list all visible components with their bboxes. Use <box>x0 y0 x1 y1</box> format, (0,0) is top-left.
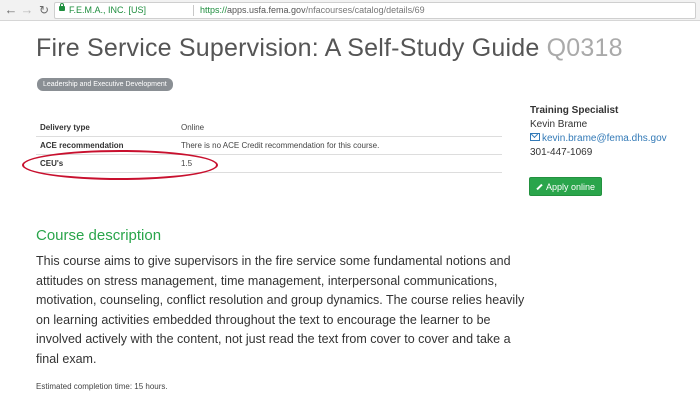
url-path: /nfacourses/catalog/details/69 <box>305 5 425 15</box>
details-value: There is no ACE Credit recommendation fo… <box>181 141 380 150</box>
url-scheme: https:// <box>200 5 228 15</box>
certificate-org-name: F.E.M.A., INC. [US] <box>69 5 147 15</box>
lock-icon <box>59 3 65 11</box>
contact-email-link[interactable]: kevin.brame@fema.dhs.gov <box>530 133 690 144</box>
ceu-highlight-ellipse <box>22 150 218 180</box>
details-value: Online <box>181 123 205 132</box>
description-heading: Course description <box>36 227 162 244</box>
contact-heading: Training Specialist <box>530 105 619 116</box>
estimated-completion-time: Estimated completion time: 15 hours. <box>36 382 168 391</box>
address-bar[interactable]: F.E.M.A., INC. [US] https://apps.usfa.fe… <box>54 2 696 19</box>
reload-icon[interactable]: ↻ <box>37 2 51 18</box>
page-title: Fire Service Supervision: A Self-Study G… <box>36 34 623 63</box>
contact-name: Kevin Brame <box>530 119 588 130</box>
contact-email[interactable]: kevin.brame@fema.dhs.gov <box>542 133 667 144</box>
forward-arrow-icon[interactable]: → <box>20 2 34 18</box>
url-text: https://apps.usfa.fema.gov/nfacourses/ca… <box>200 3 425 18</box>
pencil-icon <box>536 183 543 191</box>
apply-online-button[interactable]: Apply online <box>529 177 602 196</box>
details-label: ACE recommendation <box>40 141 124 150</box>
envelope-icon <box>530 133 540 141</box>
address-separator <box>193 5 194 16</box>
url-host: apps.usfa.fema.gov <box>227 5 306 15</box>
details-row-delivery-type: Delivery type Online <box>36 119 502 136</box>
apply-label: Apply online <box>545 182 596 192</box>
course-title: Fire Service Supervision: A Self-Study G… <box>36 34 540 62</box>
details-label: Delivery type <box>40 123 90 132</box>
back-arrow-icon[interactable]: ← <box>4 2 18 18</box>
browser-toolbar: ← → ↻ F.E.M.A., INC. [US] https://apps.u… <box>0 0 700 21</box>
contact-phone: 301-447-1069 <box>530 147 593 158</box>
course-code: Q0318 <box>546 34 623 62</box>
category-tag[interactable]: Leadership and Executive Development <box>37 78 173 91</box>
course-description: This course aims to give supervisors in … <box>36 254 525 366</box>
training-specialist-panel: Training Specialist Kevin Brame kevin.br… <box>530 105 690 158</box>
